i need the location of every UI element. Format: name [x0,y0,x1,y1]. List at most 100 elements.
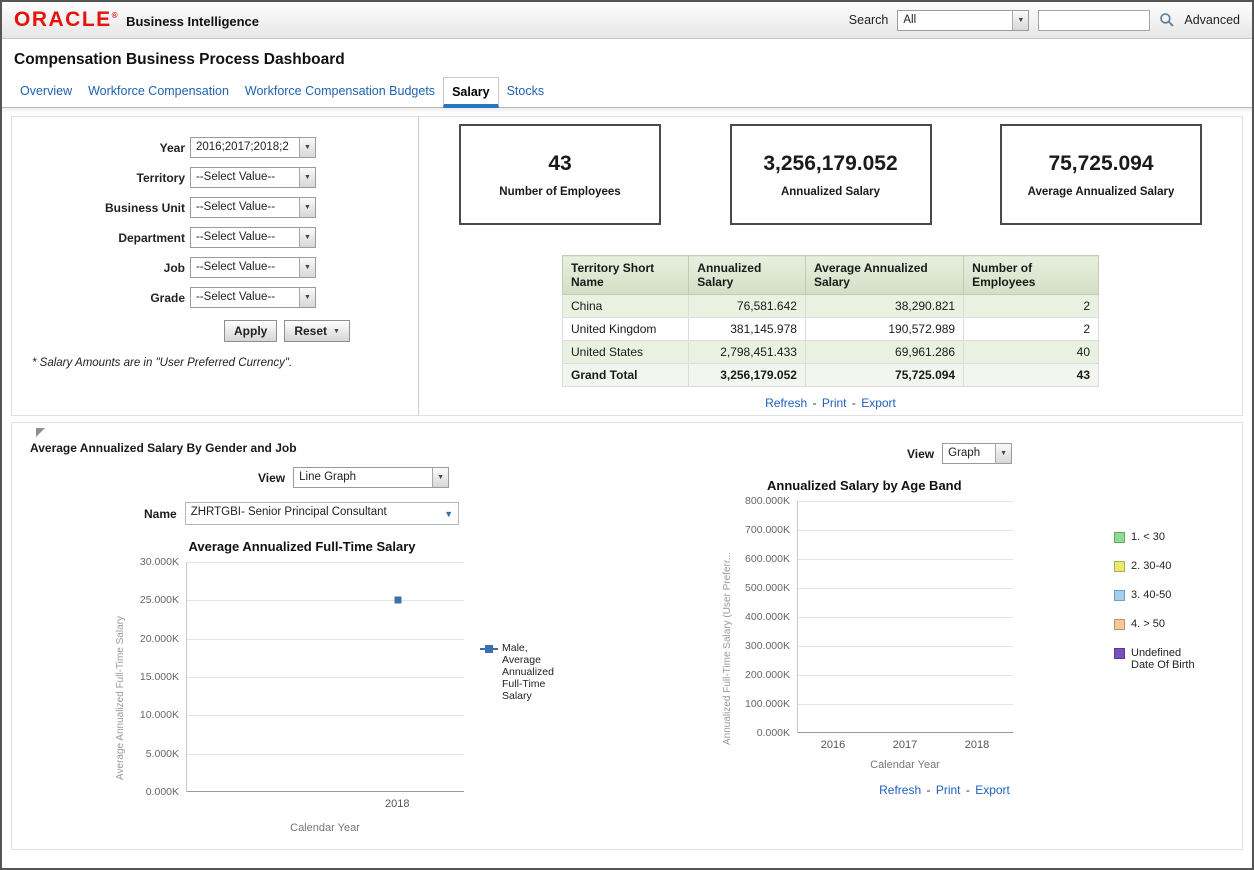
name-dropdown[interactable]: ZHRTGBI- Senior Principal Consultant ▼ [185,502,459,525]
bar-chart-title: Annualized Salary by Age Band [767,478,1242,493]
kpi-value: 3,256,179.052 [763,152,897,176]
legend-label: Male, Average Annualized Full-Time Salar… [502,642,554,702]
dropdown-value: --Select Value-- [191,288,299,307]
summary-panel: 43Number of Employees3,256,179.052Annual… [419,117,1242,415]
y-tick-label: 25.000K [140,594,179,606]
page-title: Compensation Business Process Dashboard [14,51,1240,69]
view-label: View [258,471,285,485]
chevron-down-icon: ▼ [299,198,315,217]
view-selector-row: View Line Graph ▼ [258,467,707,488]
link-print[interactable]: Print [936,783,961,797]
line-chart: Average Annualized Full-Time Salary 30.0… [112,562,707,834]
link-print[interactable]: Print [822,396,847,410]
apply-button[interactable]: Apply [224,320,277,342]
gridline [187,791,464,792]
graph-view-dropdown[interactable]: Graph ▼ [942,443,1012,464]
cell: 190,572.989 [805,318,963,341]
bar-chart-actions: Refresh - Print - Export [797,783,1092,797]
y-tick-label: 0.000K [146,786,179,798]
summary-section: Year2016;2017;2018;2▼Territory--Select V… [11,116,1243,416]
link-separator: - [963,783,974,797]
gridline [187,754,464,755]
y-tick-label: 20.000K [140,633,179,645]
registered-mark: ® [112,11,119,20]
cell: 3,256,179.052 [689,364,806,387]
cell: United Kingdom [563,318,689,341]
filter-dropdown-grade[interactable]: --Select Value--▼ [190,287,316,308]
search-scope-dropdown[interactable]: All ▼ [897,10,1029,31]
chevron-down-icon: ▼ [299,258,315,277]
cell: 76,581.642 [689,295,806,318]
y-axis-title: Average Annualized Full-Time Salary [112,562,128,834]
filter-dropdown-year[interactable]: 2016;2017;2018;2▼ [190,137,316,158]
cell: 43 [964,364,1099,387]
dropdown-value: --Select Value-- [191,228,299,247]
dropdown-value: --Select Value-- [191,198,299,217]
y-tick-label: 700.000K [745,524,790,536]
link-refresh[interactable]: Refresh [765,396,807,410]
name-label: Name [144,507,177,521]
tab-workforce-compensation-budgets[interactable]: Workforce Compensation Budgets [237,77,443,107]
y-tick-label: 100.000K [745,698,790,710]
y-axis-ticks: 800.000K700.000K600.000K500.000K400.000K… [735,501,797,733]
legend-item: 2. 30-40 [1114,560,1198,572]
filter-row: Department--Select Value--▼ [12,227,418,248]
kpi-value: 43 [548,152,571,176]
collapse-section-icon[interactable] [36,428,45,437]
y-tick-label: 600.000K [745,553,790,565]
dropdown-value: 2016;2017;2018;2 [191,138,299,157]
filter-dropdown-territory[interactable]: --Select Value--▼ [190,167,316,188]
tab-overview[interactable]: Overview [12,77,80,107]
link-export[interactable]: Export [975,783,1010,797]
chevron-down-icon: ▼ [995,444,1011,463]
filter-dropdown-job[interactable]: --Select Value--▼ [190,257,316,278]
search-input[interactable] [1038,10,1150,31]
global-header: ORACLE® Business Intelligence Search All… [2,2,1252,39]
advanced-link[interactable]: Advanced [1184,13,1240,27]
chevron-down-icon: ▼ [299,168,315,187]
legend-label: 2. 30-40 [1131,560,1171,572]
kpi-label: Number of Employees [499,186,620,198]
y-tick-label: 30.000K [140,556,179,568]
kpi-label: Average Annualized Salary [1028,186,1175,198]
link-export[interactable]: Export [861,396,896,410]
legend-item: 3. 40-50 [1114,589,1198,601]
chevron-down-icon: ▼ [432,468,448,487]
kpi-value: 75,725.094 [1048,152,1153,176]
link-refresh[interactable]: Refresh [879,783,921,797]
filter-dropdown-department[interactable]: --Select Value--▼ [190,227,316,248]
oracle-logo: ORACLE® [14,8,119,32]
legend-label: 4. > 50 [1131,618,1165,630]
filter-row: Business Unit--Select Value--▼ [12,197,418,218]
filter-row: Territory--Select Value--▼ [12,167,418,188]
brand: ORACLE® Business Intelligence [14,8,259,32]
view-selector-row: View Graph ▼ [907,443,1242,464]
legend-marker-icon [480,645,498,653]
column-header: Number of Employees [964,256,1099,295]
legend-item: 1. < 30 [1114,531,1198,543]
x-tick-label: 2018 [385,798,409,810]
x-tick-label: 2018 [965,739,989,751]
tab-workforce-compensation[interactable]: Workforce Compensation [80,77,237,107]
tab-bar: OverviewWorkforce CompensationWorkforce … [2,77,1252,108]
filter-label: Business Unit [12,201,190,215]
currency-footnote: * Salary Amounts are in "User Preferred … [32,357,418,369]
link-separator: - [849,396,860,410]
tab-stocks[interactable]: Stocks [499,77,553,107]
reset-button[interactable]: Reset▼ [284,320,350,342]
tab-salary[interactable]: Salary [443,77,499,108]
y-tick-label: 0.000K [757,727,790,739]
search-icon[interactable] [1159,12,1175,28]
legend-item: Male, Average Annualized Full-Time Salar… [480,642,548,702]
territory-table-wrap: Territory Short NameAnnualized SalaryAve… [562,255,1099,410]
title-bar: Compensation Business Process Dashboard [2,39,1252,74]
filter-buttons: Apply Reset▼ [224,320,418,342]
chevron-down-icon: ▼ [299,138,315,157]
y-tick-label: 200.000K [745,669,790,681]
filter-dropdown-business-unit[interactable]: --Select Value--▼ [190,197,316,218]
data-point [394,597,401,604]
kpi-card: 75,725.094 Average Annualized Salary [1000,124,1202,225]
bar-groups [798,501,1013,733]
view-dropdown[interactable]: Line Graph ▼ [293,467,449,488]
search-label: Search [849,13,889,27]
